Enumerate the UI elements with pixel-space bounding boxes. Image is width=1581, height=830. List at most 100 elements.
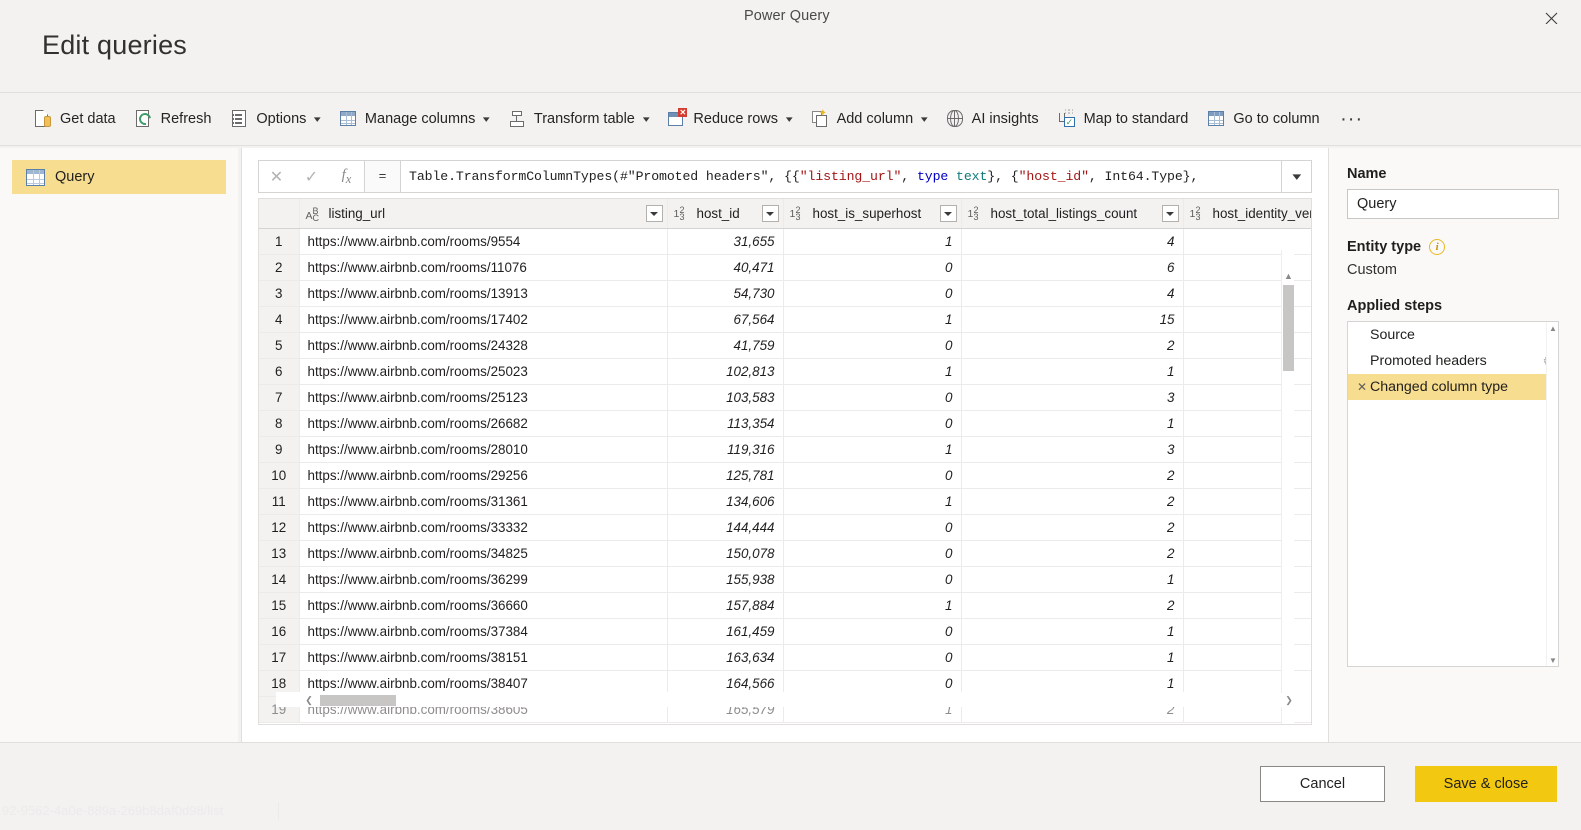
accept-check-icon[interactable]: ✓ bbox=[297, 162, 327, 191]
ribbon-button-options[interactable]: Options ▾ bbox=[222, 101, 327, 137]
column-filter-dropdown-icon[interactable] bbox=[762, 205, 779, 222]
vertical-scroll-thumb[interactable] bbox=[1283, 285, 1294, 371]
cell-host_id[interactable]: 155,938 bbox=[667, 567, 783, 593]
table-row[interactable]: 17https://www.airbnb.com/rooms/38151163,… bbox=[259, 645, 1312, 671]
column-filter-dropdown-icon[interactable] bbox=[1162, 205, 1179, 222]
table-row[interactable]: 3https://www.airbnb.com/rooms/1391354,73… bbox=[259, 281, 1312, 307]
cell-host_is_superhost[interactable]: 0 bbox=[783, 385, 961, 411]
formula-expand-chevron-down-icon[interactable]: ▾ bbox=[1282, 160, 1312, 193]
ribbon-button-reduce-rows[interactable]: ✕ Reduce rows ▾ bbox=[659, 101, 798, 137]
cell-host_id[interactable]: 161,459 bbox=[667, 619, 783, 645]
cell-host_total_listings_count[interactable]: 4 bbox=[961, 229, 1183, 255]
cell-listing_url[interactable]: https://www.airbnb.com/rooms/11076 bbox=[299, 255, 667, 281]
column-filter-dropdown-icon[interactable] bbox=[646, 205, 663, 222]
cell-host_total_listings_count[interactable]: 2 bbox=[961, 489, 1183, 515]
cell-listing_url[interactable]: https://www.airbnb.com/rooms/38151 bbox=[299, 645, 667, 671]
table-row[interactable]: 12https://www.airbnb.com/rooms/33332144,… bbox=[259, 515, 1312, 541]
cell-listing_url[interactable]: https://www.airbnb.com/rooms/24328 bbox=[299, 333, 667, 359]
ribbon-button-get-data[interactable]: Get data bbox=[26, 101, 123, 137]
cell-listing_url[interactable]: https://www.airbnb.com/rooms/25123 bbox=[299, 385, 667, 411]
cell-host_is_superhost[interactable]: 0 bbox=[783, 567, 961, 593]
cell-listing_url[interactable]: https://www.airbnb.com/rooms/37384 bbox=[299, 619, 667, 645]
applied-step-item[interactable]: Promoted headers⚙ bbox=[1348, 348, 1558, 374]
cell-host_is_superhost[interactable]: 0 bbox=[783, 281, 961, 307]
delete-x-icon[interactable]: ✕ bbox=[1354, 380, 1370, 394]
cell-listing_url[interactable]: https://www.airbnb.com/rooms/36660 bbox=[299, 593, 667, 619]
column-header-listing_url[interactable]: ABClisting_url bbox=[299, 199, 667, 229]
applied-step-item[interactable]: ✕Changed column type bbox=[1348, 374, 1558, 400]
cell-host_id[interactable]: 119,316 bbox=[667, 437, 783, 463]
cell-listing_url[interactable]: https://www.airbnb.com/rooms/36299 bbox=[299, 567, 667, 593]
cell-host_is_superhost[interactable]: 0 bbox=[783, 541, 961, 567]
cell-host_id[interactable]: 150,078 bbox=[667, 541, 783, 567]
table-row[interactable]: 5https://www.airbnb.com/rooms/2432841,75… bbox=[259, 333, 1312, 359]
cell-host_is_superhost[interactable]: 1 bbox=[783, 307, 961, 333]
applied-step-item[interactable]: Source bbox=[1348, 322, 1558, 348]
ribbon-button-add-column[interactable]: ✦ Add column ▾ bbox=[803, 101, 934, 137]
save-and-close-button[interactable]: Save & close bbox=[1415, 766, 1557, 802]
scroll-left-icon[interactable]: ❮ bbox=[302, 693, 316, 707]
cell-host_total_listings_count[interactable]: 1 bbox=[961, 619, 1183, 645]
cell-listing_url[interactable]: https://www.airbnb.com/rooms/33332 bbox=[299, 515, 667, 541]
cell-host_total_listings_count[interactable]: 3 bbox=[961, 385, 1183, 411]
cell-host_is_superhost[interactable]: 1 bbox=[783, 359, 961, 385]
cell-host_id[interactable]: 54,730 bbox=[667, 281, 783, 307]
cell-listing_url[interactable]: https://www.airbnb.com/rooms/31361 bbox=[299, 489, 667, 515]
query-list-item-query[interactable]: Query bbox=[12, 160, 226, 194]
ribbon-button-go-to-column[interactable]: Go to column bbox=[1199, 101, 1326, 137]
column-filter-dropdown-icon[interactable] bbox=[940, 205, 957, 222]
cell-host_total_listings_count[interactable]: 2 bbox=[961, 463, 1183, 489]
table-row[interactable]: 15https://www.airbnb.com/rooms/36660157,… bbox=[259, 593, 1312, 619]
cell-host_total_listings_count[interactable]: 2 bbox=[961, 515, 1183, 541]
cell-host_total_listings_count[interactable]: 2 bbox=[961, 541, 1183, 567]
cell-host_is_superhost[interactable]: 0 bbox=[783, 645, 961, 671]
cell-host_total_listings_count[interactable]: 6 bbox=[961, 255, 1183, 281]
cell-host_total_listings_count[interactable]: 1 bbox=[961, 567, 1183, 593]
table-row[interactable]: 1https://www.airbnb.com/rooms/955431,655… bbox=[259, 229, 1312, 255]
cell-host_total_listings_count[interactable]: 1 bbox=[961, 411, 1183, 437]
table-row[interactable]: 8https://www.airbnb.com/rooms/26682113,3… bbox=[259, 411, 1312, 437]
cell-host_id[interactable]: 144,444 bbox=[667, 515, 783, 541]
cell-host_id[interactable]: 125,781 bbox=[667, 463, 783, 489]
grid-vertical-scrollbar[interactable]: ▲ ▼ bbox=[1281, 250, 1294, 725]
table-row[interactable]: 7https://www.airbnb.com/rooms/25123103,5… bbox=[259, 385, 1312, 411]
cell-host_id[interactable]: 31,655 bbox=[667, 229, 783, 255]
horizontal-scroll-thumb[interactable] bbox=[320, 695, 396, 706]
info-icon[interactable]: i bbox=[1429, 239, 1445, 255]
ribbon-button-manage-columns[interactable]: Manage columns ▾ bbox=[331, 101, 496, 137]
cell-listing_url[interactable]: https://www.airbnb.com/rooms/13913 bbox=[299, 281, 667, 307]
ribbon-button-map-to-standard[interactable]: ✓ Map to standard bbox=[1050, 101, 1196, 137]
table-row[interactable]: 6https://www.airbnb.com/rooms/25023102,8… bbox=[259, 359, 1312, 385]
cell-listing_url[interactable]: https://www.airbnb.com/rooms/17402 bbox=[299, 307, 667, 333]
table-row[interactable]: 13https://www.airbnb.com/rooms/34825150,… bbox=[259, 541, 1312, 567]
table-row[interactable]: 10https://www.airbnb.com/rooms/29256125,… bbox=[259, 463, 1312, 489]
cell-host_id[interactable]: 40,471 bbox=[667, 255, 783, 281]
ribbon-overflow-button[interactable]: ··· bbox=[1335, 102, 1369, 136]
cell-host_id[interactable]: 102,813 bbox=[667, 359, 783, 385]
cell-host_is_superhost[interactable]: 0 bbox=[783, 619, 961, 645]
cell-host_total_listings_count[interactable]: 2 bbox=[961, 333, 1183, 359]
cell-host_is_superhost[interactable]: 1 bbox=[783, 593, 961, 619]
cancel-button[interactable]: Cancel bbox=[1260, 766, 1385, 802]
grid-horizontal-scrollbar[interactable]: ❮ ❯ bbox=[276, 693, 1312, 707]
cell-host_total_listings_count[interactable]: 15 bbox=[961, 307, 1183, 333]
cell-host_id[interactable]: 67,564 bbox=[667, 307, 783, 333]
cell-host_is_superhost[interactable]: 0 bbox=[783, 463, 961, 489]
table-row[interactable]: 11https://www.airbnb.com/rooms/31361134,… bbox=[259, 489, 1312, 515]
fx-icon[interactable]: fx bbox=[332, 162, 362, 191]
steps-scrollbar[interactable]: ▲ ▼ bbox=[1546, 322, 1558, 666]
cell-host_id[interactable]: 163,634 bbox=[667, 645, 783, 671]
cell-host_total_listings_count[interactable]: 2 bbox=[961, 593, 1183, 619]
cell-host_total_listings_count[interactable]: 3 bbox=[961, 437, 1183, 463]
cell-host_id[interactable]: 41,759 bbox=[667, 333, 783, 359]
cell-listing_url[interactable]: https://www.airbnb.com/rooms/26682 bbox=[299, 411, 667, 437]
column-header-host_total_listings_count[interactable]: 123host_total_listings_count bbox=[961, 199, 1183, 229]
cell-listing_url[interactable]: https://www.airbnb.com/rooms/34825 bbox=[299, 541, 667, 567]
cell-host_id[interactable]: 157,884 bbox=[667, 593, 783, 619]
ribbon-button-refresh[interactable]: Refresh bbox=[127, 101, 219, 137]
cell-host_is_superhost[interactable]: 0 bbox=[783, 411, 961, 437]
scroll-right-icon[interactable]: ❯ bbox=[1282, 693, 1296, 707]
cell-host_id[interactable]: 113,354 bbox=[667, 411, 783, 437]
cell-host_is_superhost[interactable]: 1 bbox=[783, 229, 961, 255]
ribbon-button-transform-table[interactable]: Transform table ▾ bbox=[500, 101, 656, 137]
